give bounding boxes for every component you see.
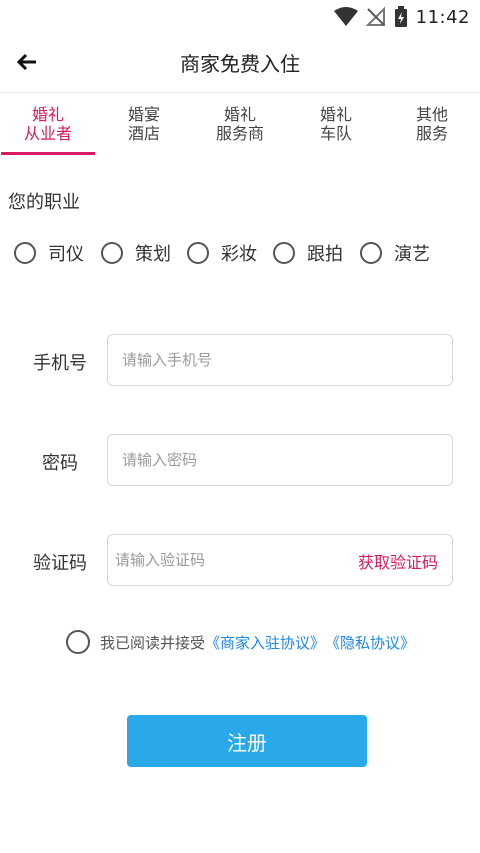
tab-wedding-service-provider[interactable]: 婚礼 服务商 [192, 93, 288, 155]
radio-label: 跟拍 [307, 244, 343, 265]
tab-other-services[interactable]: 其他 服务 [384, 93, 480, 155]
radio-option-makeup[interactable]: 彩妆 [187, 236, 257, 270]
tab-label-line2: 从业者 [23, 124, 72, 143]
tab-label-line1: 婚礼 [31, 105, 64, 124]
radio-label: 策划 [135, 244, 171, 265]
agreement-text: 我已阅读并接受 [100, 633, 206, 652]
tab-label-line2: 车队 [319, 124, 352, 143]
tab-label-line2: 服务商 [215, 124, 264, 143]
get-code-button[interactable]: 获取验证码 [358, 549, 438, 573]
tab-wedding-fleet[interactable]: 婚礼 车队 [288, 93, 384, 155]
radio-unchecked-icon[interactable] [360, 242, 382, 264]
phone-input[interactable] [108, 335, 452, 385]
tab-label-line1: 婚礼 [223, 105, 256, 124]
radio-option-photographer[interactable]: 跟拍 [273, 236, 343, 270]
category-tabs: 婚礼 从业者 婚宴 酒店 婚礼 服务商 婚礼 车队 其他 服务 [0, 92, 480, 155]
radio-unchecked-icon[interactable] [101, 242, 123, 264]
radio-unchecked-icon[interactable] [187, 242, 209, 264]
radio-option-performer[interactable]: 演艺 [360, 236, 430, 270]
radio-option-host[interactable]: 司仪 [14, 236, 84, 270]
tab-label-line2: 酒店 [127, 124, 160, 143]
radio-unchecked-icon[interactable] [14, 242, 36, 264]
radio-label: 演艺 [394, 244, 430, 265]
page-title: 商家免费入住 [180, 52, 300, 76]
tab-label-line1: 婚礼 [319, 105, 352, 124]
radio-label: 彩妆 [221, 244, 257, 265]
tab-wedding-hotel[interactable]: 婚宴 酒店 [96, 93, 192, 155]
status-icons: 11:42 [333, 4, 470, 30]
phone-label: 手机号 [33, 353, 87, 374]
battery-charging-icon [394, 6, 407, 27]
phone-field[interactable] [107, 334, 453, 386]
profession-radio-group: 司仪 策划 彩妆 跟拍 演艺 [14, 236, 474, 270]
register-button[interactable]: 注册 [127, 715, 367, 767]
password-input[interactable] [108, 435, 452, 485]
tab-label-line2: 服务 [415, 124, 448, 143]
radio-unchecked-icon[interactable] [273, 242, 295, 264]
tab-label-line1: 其他 [415, 105, 448, 124]
radio-label: 司仪 [48, 244, 84, 265]
code-label: 验证码 [33, 553, 87, 574]
privacy-agreement-link[interactable]: 《隐私协议》 [325, 632, 415, 653]
app-bar: 商家免费入住 [0, 34, 480, 90]
password-label: 密码 [42, 453, 78, 474]
status-time: 11:42 [415, 6, 470, 28]
agreement-checkbox[interactable] [66, 630, 90, 654]
radio-option-planner[interactable]: 策划 [101, 236, 171, 270]
tab-label-line1: 婚宴 [127, 105, 160, 124]
wifi-icon [333, 7, 358, 26]
active-tab-indicator [1, 152, 95, 155]
merchant-agreement-link[interactable]: 《商家入驻协议》 [205, 632, 325, 653]
agreement-row: 我已阅读并接受 《商家入驻协议》 《隐私协议》 [66, 628, 415, 656]
status-bar: 11:42 [0, 0, 480, 34]
password-field[interactable] [107, 434, 453, 486]
profession-label: 您的职业 [8, 192, 80, 213]
code-field[interactable]: 获取验证码 [107, 534, 453, 586]
no-signal-icon [365, 7, 385, 26]
tab-wedding-practitioner[interactable]: 婚礼 从业者 [0, 93, 96, 155]
